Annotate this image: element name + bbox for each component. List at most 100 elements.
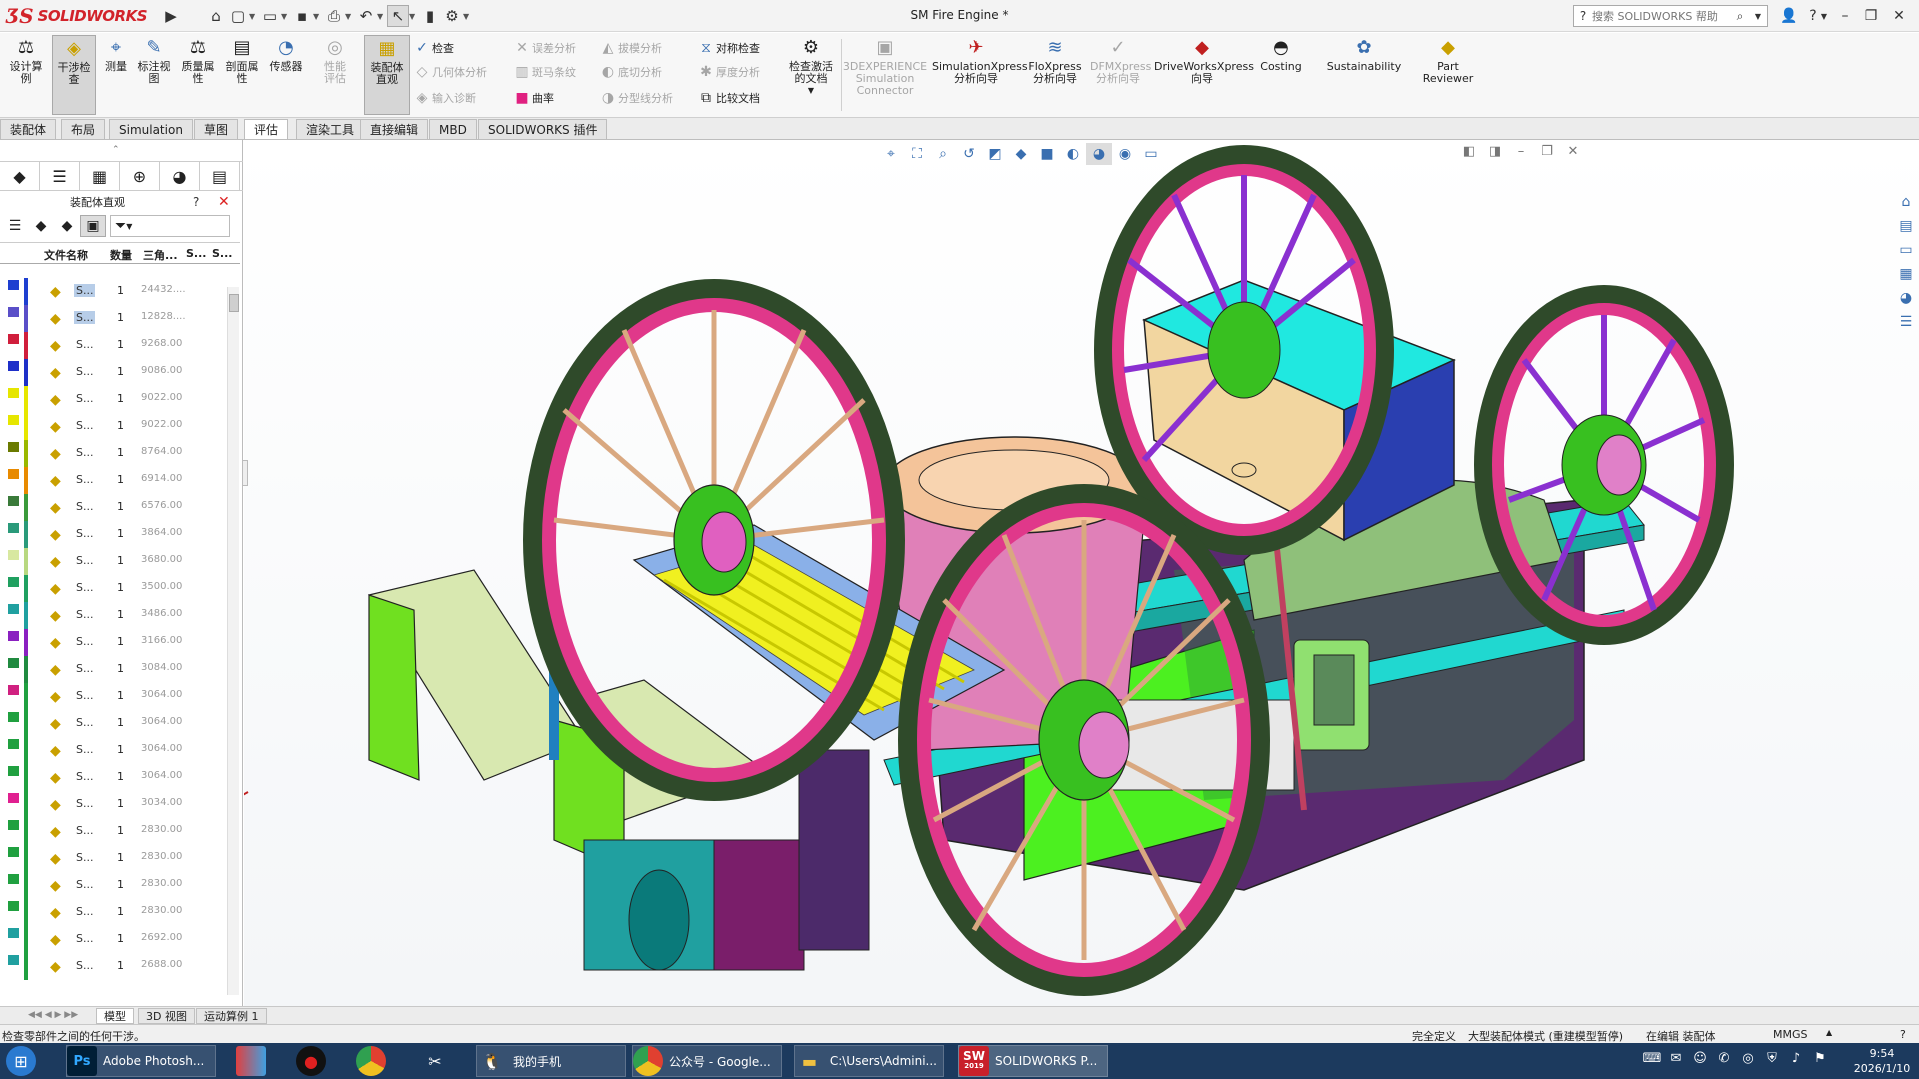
panel-scrollbar[interactable]	[227, 287, 239, 995]
units-dropdown-icon[interactable]: ▲	[1826, 1028, 1832, 1037]
list-item[interactable]: ◆ S... 1 2830.00	[0, 899, 228, 926]
tab-sketch[interactable]: 草图	[194, 119, 239, 139]
list-item[interactable]: ◆ S... 1 9268.00	[0, 332, 228, 359]
zebra-stripes-button[interactable]: ▥ 斑马条纹	[512, 62, 576, 82]
print-icon[interactable]: ⎙	[323, 5, 345, 27]
tab-layout[interactable]: 布局	[61, 119, 106, 139]
scrollbar-thumb[interactable]	[229, 294, 239, 312]
tray-wechat-icon[interactable]: ✉	[1664, 1051, 1688, 1066]
list-item[interactable]: ◆ S... 1 9022.00	[0, 413, 228, 440]
save-dropdown-icon[interactable]: ▼	[313, 12, 323, 21]
col-s2[interactable]: S...	[212, 247, 232, 260]
select-dropdown-icon[interactable]: ▼	[409, 12, 419, 21]
undercut-analysis-button[interactable]: ◐ 底切分析	[598, 62, 662, 82]
panel-collapse-handle[interactable]: ⌃	[112, 145, 120, 155]
tab-model[interactable]: 模型	[96, 1008, 134, 1024]
list-item[interactable]: ◆ S... 1 6576.00	[0, 494, 228, 521]
annotate-button[interactable]: ✎ 标注视图	[134, 35, 174, 85]
costing-button[interactable]: ◓ Costing	[1256, 35, 1306, 73]
start-button[interactable]: ⊞	[6, 1045, 36, 1077]
expand-menu-icon[interactable]: ▶	[160, 5, 182, 27]
driveworks-button[interactable]: ◆ DriveWorksXpress向导	[1154, 35, 1254, 85]
nested-icon[interactable]: ◆	[54, 215, 80, 237]
units-selector[interactable]: MMGS	[1773, 1028, 1808, 1041]
traffic-light-icon[interactable]: ▮	[419, 5, 441, 27]
design-study-button[interactable]: ⚖ 设计算例	[4, 35, 48, 85]
tab-render-tools[interactable]: 渲染工具	[296, 119, 365, 139]
tab-motion-study[interactable]: 运动算例 1	[196, 1008, 267, 1024]
minimize-icon[interactable]: –	[1832, 5, 1858, 27]
check-active-doc-button[interactable]: ⚙ 检查激活的文档 ▼	[784, 35, 838, 97]
taskbar-recorder[interactable]: ●	[296, 1045, 326, 1077]
taskbar-tool[interactable]: ✂	[420, 1045, 450, 1077]
tab-direct-edit[interactable]: 直接编辑	[360, 119, 429, 139]
simulationxpress-button[interactable]: ✈ SimulationXpress分析向导	[930, 35, 1028, 85]
group-icon[interactable]: ◆	[28, 215, 54, 237]
floxpress-button[interactable]: ≋ FloXpress分析向导	[1026, 35, 1084, 85]
tab-mbd[interactable]: MBD	[429, 119, 477, 139]
list-item[interactable]: ◆ S... 1 9022.00	[0, 386, 228, 413]
tab-evaluate[interactable]: 评估	[244, 119, 289, 139]
tab-3d-view[interactable]: 3D 视图	[138, 1008, 195, 1024]
check-button[interactable]: ✓ 检查	[412, 38, 454, 58]
part-reviewer-button[interactable]: ◆ Part Reviewer	[1420, 35, 1476, 85]
taskbar-solidworks[interactable]: SW 2019 SOLIDWORKS P...	[958, 1045, 1108, 1077]
import-diagnostics-button[interactable]: ◈ 输入诊断	[412, 88, 476, 108]
config-manager-icon[interactable]: ▦	[80, 162, 120, 190]
col-quantity[interactable]: 数量	[110, 247, 132, 263]
list-item[interactable]: ◆ S... 1 2830.00	[0, 845, 228, 872]
performance-eval-button[interactable]: ◎ 性能评估	[316, 35, 354, 85]
assembly-viz-tab-icon[interactable]: ▤	[200, 162, 240, 190]
col-triangles[interactable]: 三角...	[143, 247, 178, 263]
taskbar-chrome-pinned[interactable]	[356, 1045, 386, 1077]
list-item[interactable]: ◆ S... 1 12828....	[0, 305, 228, 332]
close-icon[interactable]: ✕	[1886, 5, 1912, 27]
list-item[interactable]: ◆ S... 1 3064.00	[0, 683, 228, 710]
list-item[interactable]: ◆ S... 1 3084.00	[0, 656, 228, 683]
select-icon[interactable]: ↖	[387, 5, 409, 27]
tab-addins[interactable]: SOLIDWORKS 插件	[478, 119, 608, 139]
list-item[interactable]: ◆ S... 1 2692.00	[0, 926, 228, 953]
list-item[interactable]: ◆ S... 1 3064.00	[0, 764, 228, 791]
feature-tree-icon[interactable]: ◆	[0, 162, 40, 190]
open-dropdown-icon[interactable]: ▼	[281, 12, 291, 21]
taskbar-file-explorer[interactable]: ▬ C:\Users\Admini...	[794, 1045, 944, 1077]
dimxpert-icon[interactable]: ⊕	[120, 162, 160, 190]
search-icon[interactable]: ⌕	[1731, 9, 1749, 24]
tab-scroll-arrows-icon[interactable]: ◀◀ ◀ ▶ ▶▶	[28, 1010, 78, 1020]
taskbar-chrome[interactable]: 公众号 - Google...	[632, 1045, 782, 1077]
home-icon[interactable]: ⌂	[205, 5, 227, 27]
list-item[interactable]: ◆ S... 1 2688.00	[0, 953, 228, 980]
display-manager-icon[interactable]: ◕	[160, 162, 200, 190]
print-dropdown-icon[interactable]: ▼	[345, 12, 355, 21]
dfmxpress-button[interactable]: ✓ DFMXpress分析向导	[1088, 35, 1151, 85]
list-item[interactable]: ◆ S... 1 3034.00	[0, 791, 228, 818]
options-icon[interactable]: ⚙	[441, 5, 463, 27]
options-dropdown-icon[interactable]: ▼	[463, 12, 473, 21]
section-properties-button[interactable]: ▤ 剖面属性	[222, 35, 262, 85]
list-item[interactable]: ◆ S... 1 8764.00	[0, 440, 228, 467]
compare-documents-button[interactable]: ⧉ 比较文档	[696, 88, 760, 108]
sim-connector-button[interactable]: ▣ 3DEXPERIENCE Simulation Connector	[843, 35, 927, 97]
panel-close-icon[interactable]: ✕	[218, 194, 230, 210]
list-item[interactable]: ◆ S... 1 3864.00	[0, 521, 228, 548]
thickness-analysis-button[interactable]: ✱ 厚度分析	[696, 62, 760, 82]
list-view-icon[interactable]: ☰	[2, 215, 28, 237]
sustainability-button[interactable]: ✿ Sustainability	[1322, 35, 1406, 73]
check-active-dropdown-icon[interactable]: ▼	[808, 85, 814, 97]
new-document-icon[interactable]: ▢	[227, 5, 249, 27]
list-item[interactable]: ◆ S... 1 6914.00	[0, 467, 228, 494]
tray-volume-icon[interactable]: ♪	[1784, 1051, 1808, 1066]
symmetry-check-button[interactable]: ⧖ 对称检查	[696, 38, 760, 58]
col-file-name[interactable]: 文件名称	[44, 247, 88, 263]
performance-view-icon[interactable]: ▣	[80, 215, 106, 237]
tray-keyboard-icon[interactable]: ⌨	[1640, 1051, 1664, 1066]
solidworks-logo[interactable]: ƷS SOLIDWORKS	[6, 3, 156, 29]
sensors-button[interactable]: ◔ 传感器	[266, 35, 306, 73]
taskbar-my-phone[interactable]: 🐧 我的手机	[476, 1045, 626, 1077]
list-item[interactable]: ◆ S... 1 3064.00	[0, 710, 228, 737]
parting-line-button[interactable]: ◑ 分型线分析	[598, 88, 673, 108]
save-icon[interactable]: ▪	[291, 5, 313, 27]
list-item[interactable]: ◆ S... 1 3500.00	[0, 575, 228, 602]
restore-icon[interactable]: ❐	[1858, 5, 1884, 27]
